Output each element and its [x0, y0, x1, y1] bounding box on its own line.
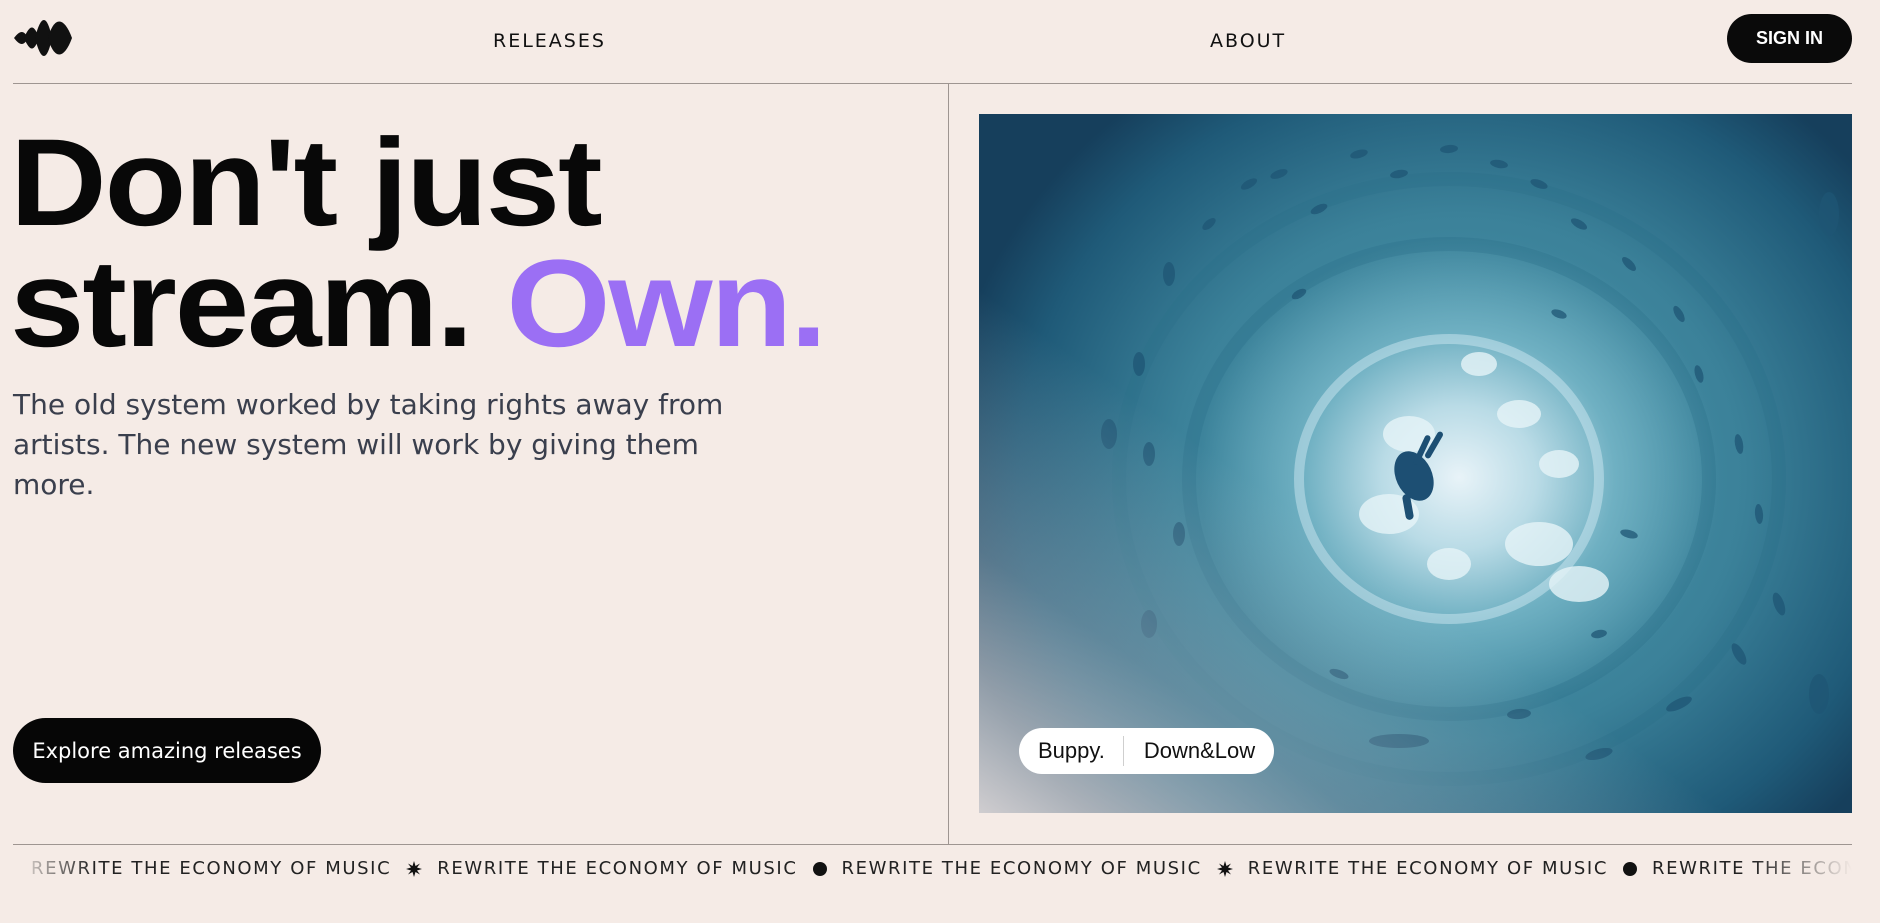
- hero-headline-line1: Don't just: [10, 114, 603, 252]
- nav-about-link[interactable]: ABOUT: [1210, 30, 1286, 52]
- site-header: RELEASES ABOUT SIGN IN: [0, 0, 1880, 84]
- hero-headline: Don't just stream. Own.: [10, 121, 1014, 366]
- marquee-text: REWRITE THE ECONOMY OF MUSIC: [841, 858, 1202, 879]
- nav-releases-link[interactable]: RELEASES: [493, 30, 606, 52]
- marquee-text: REWRITE THE ECONOMY OF MUSIC: [1247, 858, 1608, 879]
- marquee-fade-left: [13, 848, 93, 892]
- featured-artwork-image[interactable]: Buppy. Down&Low: [979, 114, 1852, 813]
- footer-divider: [13, 844, 1852, 845]
- header-divider: [13, 83, 1852, 84]
- sound-wave-logo-icon[interactable]: [12, 12, 76, 64]
- artwork-fade-overlay: [979, 114, 1852, 813]
- marquee-text: REWRITE THE ECONOMY OF MUSIC: [437, 858, 798, 879]
- sign-in-button[interactable]: SIGN IN: [1727, 14, 1852, 63]
- explore-releases-button[interactable]: Explore amazing releases: [13, 718, 321, 783]
- hero-headline-accent: Own.: [506, 235, 827, 373]
- star-separator-icon: [406, 860, 423, 877]
- star-separator-icon: [1216, 860, 1233, 877]
- marquee-fade-right: [1752, 848, 1852, 892]
- release-tag[interactable]: Buppy. Down&Low: [1019, 728, 1275, 774]
- release-artist[interactable]: Buppy.: [1038, 738, 1123, 764]
- hero-subtitle: The old system worked by taking rights a…: [13, 388, 724, 501]
- release-track[interactable]: Down&Low: [1124, 738, 1255, 764]
- hero-headline-line2: stream.: [10, 235, 473, 373]
- marquee-banner: REWRITE THE ECONOMY OF MUSIC REWRITE THE…: [13, 848, 1852, 892]
- dot-separator-icon: [1623, 861, 1637, 876]
- dot-separator-icon: [812, 861, 827, 876]
